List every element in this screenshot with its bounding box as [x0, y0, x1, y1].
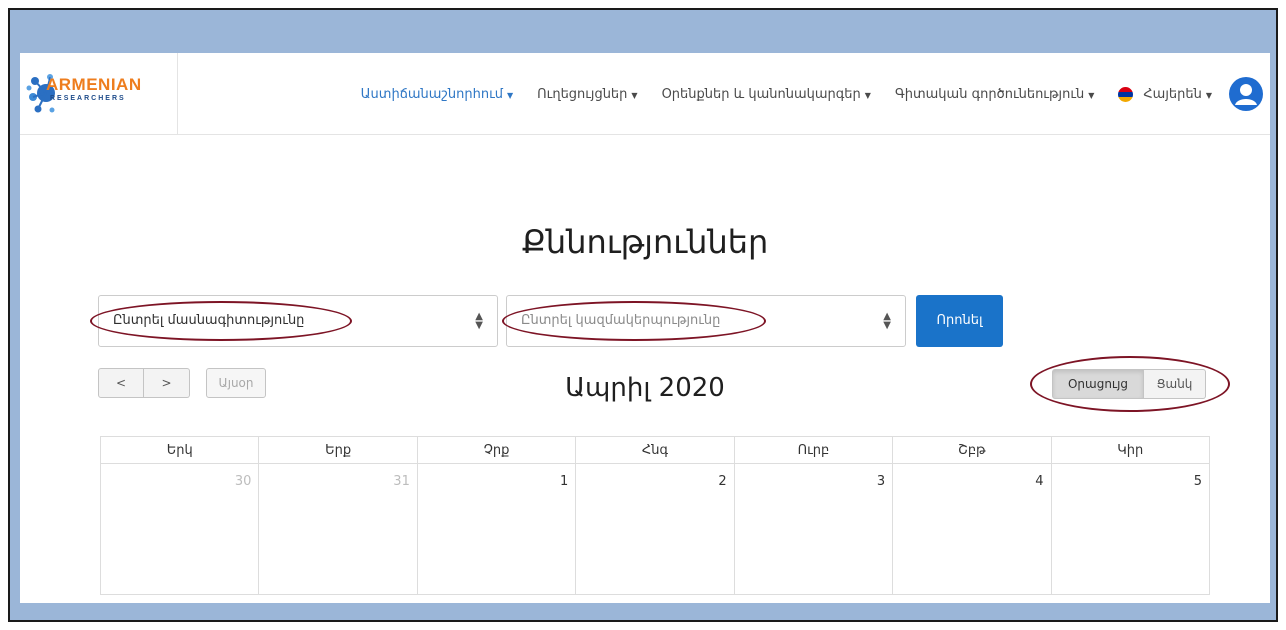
chevron-down-icon: ▼ — [507, 90, 514, 100]
brand-subtitle: RESEARCHERS — [50, 95, 126, 102]
armenian-flag-icon — [1118, 86, 1134, 102]
nav-item-scientific-activity[interactable]: Գիտական գործունեություն ▼ — [895, 87, 1094, 102]
user-avatar-icon[interactable] — [1229, 77, 1263, 111]
main-nav: Աստիճանաշնորհում ▼ Ուղեցույցներ ▼ Օրենքն… — [361, 53, 1212, 135]
language-selector[interactable]: Հայերեն ▼ — [1118, 86, 1212, 102]
day-cell[interactable]: 2 — [575, 463, 735, 595]
page: ARMENIAN RESEARCHERS Աստիճանաշնորհում ▼ … — [20, 53, 1270, 603]
day-cell[interactable]: 30 — [99, 463, 260, 595]
search-button[interactable]: Որոնել — [916, 295, 1003, 347]
weekday-header: Հնգ — [575, 436, 735, 464]
view-toggle-group: Օրացույց Ցանկ — [1052, 369, 1206, 399]
nav-item-label: Օրենքներ և կանոնակարգեր — [661, 86, 861, 102]
organization-select[interactable]: Ընտրել կազմակերպությունը ▲ ▼ — [506, 295, 906, 347]
sort-arrows-icon: ▲ ▼ — [475, 311, 483, 331]
weekday-header-row: Երկ Երք Չրք Հնգ Ուրբ Շբթ Կիր — [99, 436, 1211, 464]
day-cell[interactable]: 31 — [258, 463, 418, 595]
chevron-down-icon: ▼ — [864, 90, 871, 100]
nav-item-degree-awarding[interactable]: Աստիճանաշնորհում ▼ — [361, 87, 514, 102]
specialty-select[interactable]: Ընտրել մասնագիտությունը ▲ ▼ — [98, 295, 498, 347]
weekday-header: Երք — [258, 436, 418, 464]
chevron-down-icon: ▼ — [1088, 90, 1095, 100]
organization-select-placeholder: Ընտրել կազմակերպությունը — [521, 313, 721, 328]
screenshot-frame: ARMENIAN RESEARCHERS Աստիճանաշնորհում ▼ … — [8, 8, 1278, 622]
sort-arrows-icon: ▲ ▼ — [883, 311, 891, 331]
weekday-header: Ուրբ — [733, 436, 894, 464]
nav-item-laws[interactable]: Օրենքներ և կանոնակարգեր ▼ — [662, 87, 871, 102]
language-label: Հայերեն — [1143, 86, 1202, 102]
navbar: ARMENIAN RESEARCHERS Աստիճանաշնորհում ▼ … — [20, 53, 1270, 135]
day-cell[interactable]: 3 — [733, 463, 894, 595]
weekday-header: Շբթ — [892, 436, 1052, 464]
day-cell[interactable]: 4 — [892, 463, 1052, 595]
page-title: Քննություններ — [521, 223, 769, 261]
weekday-header: Չրք — [416, 436, 577, 464]
nav-item-guides[interactable]: Ուղեցույցներ ▼ — [537, 87, 637, 102]
chevron-down-icon: ▼ — [631, 90, 638, 100]
chevron-down-icon: ▼ — [1205, 90, 1212, 100]
specialty-select-value: Ընտրել մասնագիտությունը — [113, 313, 305, 328]
week-row: 30 31 1 2 3 4 5 — [99, 463, 1211, 595]
weekday-header: Երկ — [99, 436, 260, 464]
list-view-button[interactable]: Ցանկ — [1144, 369, 1206, 399]
nav-item-label: Ուղեցույցներ — [537, 86, 628, 102]
calendar-grid: Երկ Երք Չրք Հնգ Ուրբ Շբթ Կիր 30 31 1 2 3… — [99, 436, 1211, 595]
day-cell[interactable]: 1 — [416, 463, 577, 595]
weekday-header: Կիր — [1050, 436, 1211, 464]
nav-item-label: Գիտական գործունեություն — [894, 86, 1085, 102]
day-cell[interactable]: 5 — [1050, 463, 1211, 595]
calendar-view-button[interactable]: Օրացույց — [1052, 369, 1144, 399]
logo[interactable]: ARMENIAN RESEARCHERS — [20, 53, 178, 135]
nav-item-label: Աստիճանաշնորհում — [360, 86, 503, 102]
brand-name: ARMENIAN — [46, 75, 142, 94]
